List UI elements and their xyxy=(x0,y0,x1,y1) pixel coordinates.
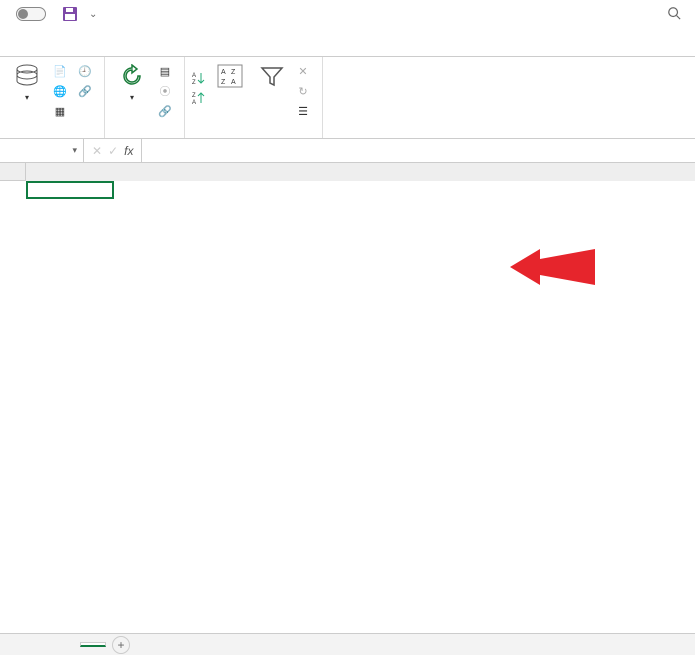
text-file-icon: 📄 xyxy=(52,63,68,79)
sort-button[interactable]: AZZA xyxy=(211,60,249,92)
chevron-down-icon: ▾ xyxy=(130,94,134,103)
edit-links-button[interactable]: 🔗 xyxy=(157,102,178,120)
get-data-button[interactable]: ▾ xyxy=(6,60,48,103)
sort-icon: AZZA xyxy=(217,62,243,90)
sheet-tab-bar: + xyxy=(0,633,695,655)
group-label xyxy=(191,134,316,136)
menu-tabs xyxy=(0,28,695,56)
recent-icon: 🕘 xyxy=(77,63,93,79)
recent-sources-button[interactable]: 🕘 xyxy=(77,62,98,80)
queries-connections-button[interactable]: ▤ xyxy=(157,62,178,80)
table-icon: ▦ xyxy=(52,103,68,119)
advanced-button[interactable]: ☰ xyxy=(295,102,316,120)
sort-desc-icon: ZA xyxy=(191,90,207,106)
web-icon: 🌐 xyxy=(52,83,68,99)
from-table-range-button[interactable]: ▦ xyxy=(52,102,73,120)
advanced-icon: ☰ xyxy=(295,103,311,119)
svg-text:A: A xyxy=(192,100,196,105)
svg-text:Z: Z xyxy=(231,69,236,76)
name-box[interactable]: ▾ xyxy=(0,139,84,162)
properties-icon: ⦿ xyxy=(157,83,173,99)
sort-desc-button[interactable]: ZA xyxy=(191,89,207,107)
chevron-down-icon: ⌄ xyxy=(89,9,97,20)
fx-icon[interactable]: fx xyxy=(124,144,133,158)
active-cell-indicator xyxy=(26,181,114,199)
edit-links-icon: 🔗 xyxy=(157,103,173,119)
reapply-icon: ↻ xyxy=(295,83,311,99)
annotation-arrow xyxy=(510,237,600,297)
select-all-corner[interactable] xyxy=(0,163,26,181)
clear-icon: ✕ xyxy=(295,63,311,79)
refresh-icon xyxy=(120,62,144,90)
sheet-tab-sheet1[interactable] xyxy=(80,642,106,647)
save-icon[interactable] xyxy=(62,6,78,22)
sort-asc-icon: AZ xyxy=(191,70,207,86)
sort-asc-button[interactable]: AZ xyxy=(191,69,207,87)
ribbon-group-sort-filter: AZ ZA AZZA ✕ ↻ ☰ xyxy=(185,57,323,138)
spreadsheet-grid[interactable] xyxy=(0,163,695,181)
cancel-icon[interactable]: ✕ xyxy=(92,144,102,158)
clear-button[interactable]: ✕ xyxy=(295,62,316,80)
document-name[interactable]: ⌄ xyxy=(86,9,97,20)
title-bar: ⌄ xyxy=(0,0,695,28)
group-label xyxy=(6,134,98,136)
connections-icon: 🔗 xyxy=(77,83,93,99)
svg-text:A: A xyxy=(231,79,236,86)
from-web-button[interactable]: 🌐 xyxy=(52,82,73,100)
autosave-toggle[interactable] xyxy=(16,7,46,21)
formula-bar: ▾ ✕ ✓ fx xyxy=(0,139,695,163)
refresh-all-button[interactable]: ▾ xyxy=(111,60,153,103)
svg-text:Z: Z xyxy=(221,79,226,86)
filter-button[interactable] xyxy=(253,60,291,92)
add-sheet-button[interactable]: + xyxy=(112,636,130,654)
svg-text:Z: Z xyxy=(192,80,196,85)
queries-icon: ▤ xyxy=(157,63,173,79)
search-icon xyxy=(667,6,681,23)
enter-icon[interactable]: ✓ xyxy=(108,144,118,158)
filter-icon xyxy=(260,62,284,90)
group-label xyxy=(111,134,178,136)
svg-text:A: A xyxy=(221,69,226,76)
ribbon-group-get-transform: ▾ 📄 🌐 ▦ 🕘 🔗 xyxy=(0,57,105,138)
chevron-down-icon: ▾ xyxy=(25,94,29,103)
chevron-down-icon: ▾ xyxy=(72,145,77,156)
from-text-csv-button[interactable]: 📄 xyxy=(52,62,73,80)
ribbon: ▾ 📄 🌐 ▦ 🕘 🔗 ▾ ▤ xyxy=(0,57,695,139)
svg-text:A: A xyxy=(192,73,196,79)
database-icon xyxy=(14,62,40,90)
ribbon-group-queries: ▾ ▤ ⦿ 🔗 xyxy=(105,57,185,138)
existing-connections-button[interactable]: 🔗 xyxy=(77,82,98,100)
properties-button[interactable]: ⦿ xyxy=(157,82,178,100)
search-box[interactable] xyxy=(637,6,687,23)
svg-text:Z: Z xyxy=(192,93,196,99)
reapply-button[interactable]: ↻ xyxy=(295,82,316,100)
